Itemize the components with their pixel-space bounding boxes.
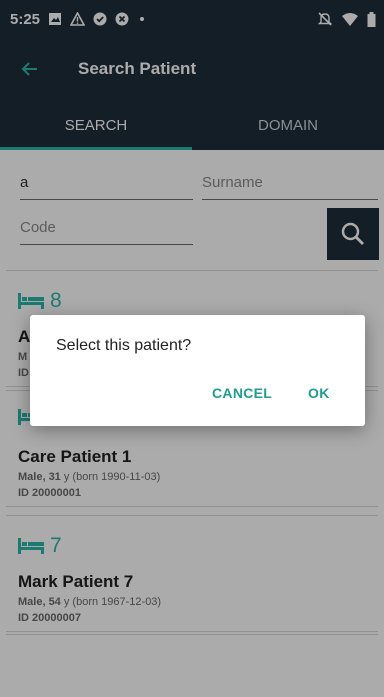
cancel-button[interactable]: CANCEL bbox=[204, 379, 280, 407]
confirm-dialog: Select this patient? CANCEL OK bbox=[30, 315, 365, 426]
dialog-message: Select this patient? bbox=[56, 337, 192, 354]
ok-button[interactable]: OK bbox=[300, 379, 338, 407]
